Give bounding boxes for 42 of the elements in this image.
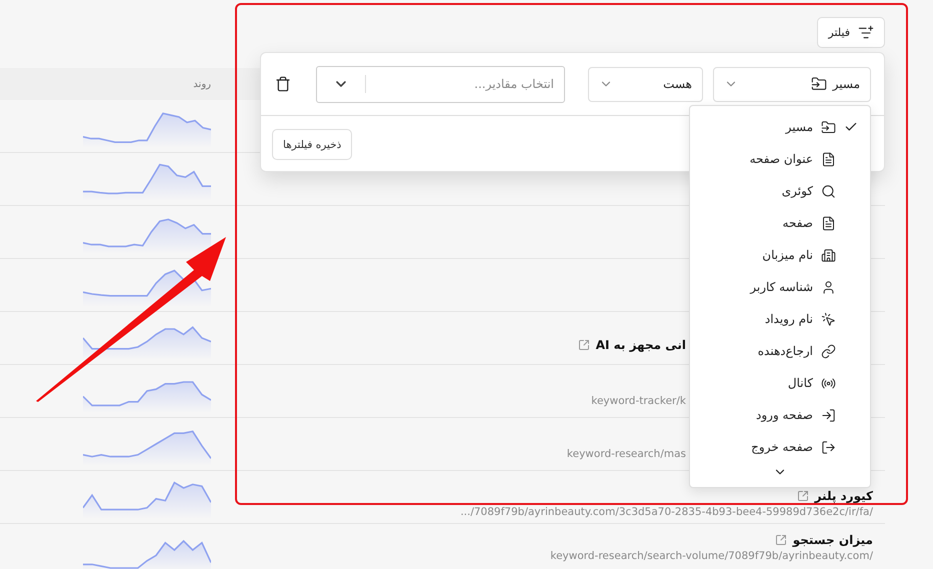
row-title: میزان جستجو xyxy=(792,533,873,547)
operator-select[interactable]: هست xyxy=(588,66,703,102)
column-header: روند xyxy=(193,78,211,90)
document-icon xyxy=(821,152,836,166)
menu-item[interactable]: کانال xyxy=(690,367,870,399)
menu-item[interactable]: کوئری xyxy=(690,175,870,207)
pointer-icon xyxy=(821,312,836,326)
row-url: keyword-tracker/k xyxy=(591,395,686,407)
external-link-icon[interactable] xyxy=(774,534,787,546)
menu-item[interactable]: ارجاع‌دهنده xyxy=(690,335,870,367)
menu-item[interactable]: مسیر xyxy=(690,111,870,143)
external-link-icon[interactable] xyxy=(578,339,590,351)
building-icon xyxy=(821,248,836,262)
menu-item[interactable]: نام میزبان xyxy=(690,239,870,271)
user-icon xyxy=(821,280,836,294)
document-icon xyxy=(821,216,836,230)
external-link-icon[interactable] xyxy=(796,490,809,502)
row-title: کیورد پلنر xyxy=(814,489,873,503)
login-icon xyxy=(821,408,836,422)
logout-icon xyxy=(821,440,836,454)
field-select[interactable]: مسیر xyxy=(713,66,871,102)
menu-item[interactable]: نام رویداد xyxy=(690,303,870,335)
radio-icon xyxy=(821,376,836,390)
values-field[interactable]: انتخاب مقادیر... xyxy=(366,77,564,91)
menu-item[interactable]: صفحه xyxy=(690,207,870,239)
menu-item[interactable]: عنوان صفحه xyxy=(690,143,870,175)
search-icon xyxy=(821,184,836,198)
menu-item[interactable]: شناسه کاربر xyxy=(690,271,870,303)
filter-button[interactable]: فیلتر xyxy=(817,17,885,48)
row-url: .../7089f79b/ayrinbeauty.com/3c3d5a70-2835-4b93-bee4-59989d736e2c/ir/fa/ xyxy=(460,506,873,518)
menu-item[interactable]: صفحه ورود xyxy=(690,399,870,431)
menu-item[interactable]: صفحه خروج xyxy=(690,431,870,463)
row-url: keyword-research/search-volume/7089f79b/ayrinbeauty.com/ xyxy=(550,550,873,562)
link-icon xyxy=(821,344,836,358)
trash-icon[interactable] xyxy=(275,76,291,92)
save-filters-button[interactable]: ذخیره فیلترها xyxy=(272,129,352,160)
values-select[interactable]: انتخاب مقادیر... xyxy=(316,66,565,102)
folder-icon xyxy=(821,120,836,134)
filter-add-icon xyxy=(858,24,874,40)
row-url: keyword-research/mas xyxy=(566,448,686,460)
folder-icon xyxy=(810,76,827,92)
row-title: انی مجهز به AI xyxy=(596,338,686,352)
